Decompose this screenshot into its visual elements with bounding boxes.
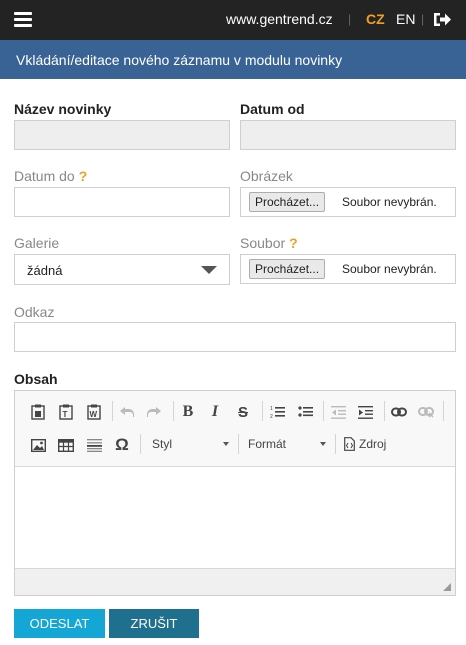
image-file-input: Procházet... Soubor nevybrán.	[240, 187, 456, 217]
italic-icon[interactable]: I	[206, 403, 224, 421]
date-from-input[interactable]	[240, 120, 456, 150]
hamburger-menu-icon[interactable]	[14, 12, 32, 27]
date-to-label: Datum do?	[14, 168, 88, 184]
link-label: Odkaz	[14, 304, 55, 320]
image-browse-button[interactable]: Procházet...	[249, 192, 326, 212]
image-label: Obrázek	[240, 168, 293, 184]
help-icon[interactable]: ?	[289, 235, 298, 251]
help-icon[interactable]: ?	[79, 168, 88, 184]
special-char-icon[interactable]: Ω	[113, 435, 131, 454]
horizontal-line-icon[interactable]	[85, 436, 103, 454]
numbered-list-icon[interactable]: 12	[268, 403, 286, 421]
editor-content-area[interactable]	[15, 468, 455, 568]
link-icon[interactable]	[390, 403, 408, 421]
file-status: Soubor nevybrán.	[342, 262, 437, 276]
language-cz-link[interactable]: CZ	[366, 11, 385, 27]
chevron-down-icon	[201, 266, 217, 274]
name-label: Název novinky	[14, 101, 112, 117]
svg-text:1: 1	[270, 406, 273, 412]
undo-icon[interactable]	[118, 403, 136, 421]
content-label: Obsah	[14, 371, 58, 387]
separator: |	[348, 12, 352, 26]
paste-icon[interactable]	[29, 403, 47, 421]
page-title: Vkládání/editace nového záznamu v modulu…	[16, 52, 343, 68]
site-link[interactable]: www.gentrend.cz	[226, 11, 333, 27]
image-icon[interactable]	[29, 436, 47, 454]
name-input[interactable]	[14, 120, 230, 150]
toolbar-separator	[323, 401, 324, 421]
attachment-file-input: Procházet... Soubor nevybrán.	[240, 254, 456, 284]
toolbar-separator	[173, 401, 174, 421]
outdent-icon[interactable]	[329, 403, 347, 421]
format-dropdown-label: Formát	[248, 437, 287, 451]
resize-handle-icon[interactable]	[443, 583, 451, 591]
style-dropdown[interactable]: Styl	[148, 434, 231, 454]
source-button-label: Zdroj	[359, 437, 387, 451]
link-input[interactable]	[14, 322, 456, 352]
strikethrough-icon[interactable]: S	[234, 403, 252, 421]
language-en-link[interactable]: EN	[396, 11, 415, 27]
format-dropdown[interactable]: Formát	[244, 434, 328, 454]
page-title-bar: Vkládání/editace nového záznamu v modulu…	[0, 40, 466, 79]
editor-toolbar: T W B I S 12 Ω Styl Formát Zdroj	[15, 391, 455, 467]
svg-text:2: 2	[270, 414, 273, 419]
unlink-icon[interactable]	[417, 403, 435, 421]
paste-word-icon[interactable]: W	[85, 403, 103, 421]
date-from-label: Datum od	[240, 101, 305, 117]
toolbar-separator	[112, 401, 113, 421]
image-file-status: Soubor nevybrán.	[342, 195, 437, 209]
redo-icon[interactable]	[145, 403, 163, 421]
top-bar: www.gentrend.cz | CZ EN |	[0, 0, 466, 40]
submit-button[interactable]: ODESLAT	[14, 609, 105, 638]
indent-icon[interactable]	[356, 403, 374, 421]
paste-text-icon[interactable]: T	[57, 403, 75, 421]
source-icon	[344, 437, 355, 451]
source-button[interactable]: Zdroj	[341, 434, 397, 454]
cancel-button[interactable]: ZRUŠIT	[109, 609, 199, 638]
style-dropdown-label: Styl	[152, 437, 173, 451]
svg-text:T: T	[63, 410, 68, 419]
file-label: Soubor?	[240, 235, 298, 251]
svg-text:W: W	[90, 410, 98, 419]
gallery-label: Galerie	[14, 235, 60, 251]
rich-text-editor: T W B I S 12 Ω Styl Formát Zdroj	[14, 390, 456, 596]
toolbar-separator	[238, 434, 239, 454]
toolbar-separator	[335, 434, 336, 454]
separator: |	[421, 12, 425, 26]
chevron-down-icon	[223, 442, 229, 446]
gallery-select[interactable]: žádná	[14, 254, 230, 285]
date-to-input[interactable]	[14, 187, 230, 217]
table-icon[interactable]	[57, 436, 75, 454]
bullet-list-icon[interactable]	[296, 403, 314, 421]
toolbar-separator	[262, 401, 263, 421]
toolbar-separator	[140, 434, 141, 454]
gallery-selected-value: žádná	[27, 263, 63, 278]
logout-icon[interactable]	[433, 11, 452, 28]
file-browse-button[interactable]: Procházet...	[249, 259, 326, 279]
toolbar-separator	[384, 401, 385, 421]
editor-status-bar	[15, 568, 455, 595]
bold-icon[interactable]: B	[179, 403, 197, 421]
toolbar-separator	[443, 401, 444, 421]
chevron-down-icon	[320, 442, 326, 446]
